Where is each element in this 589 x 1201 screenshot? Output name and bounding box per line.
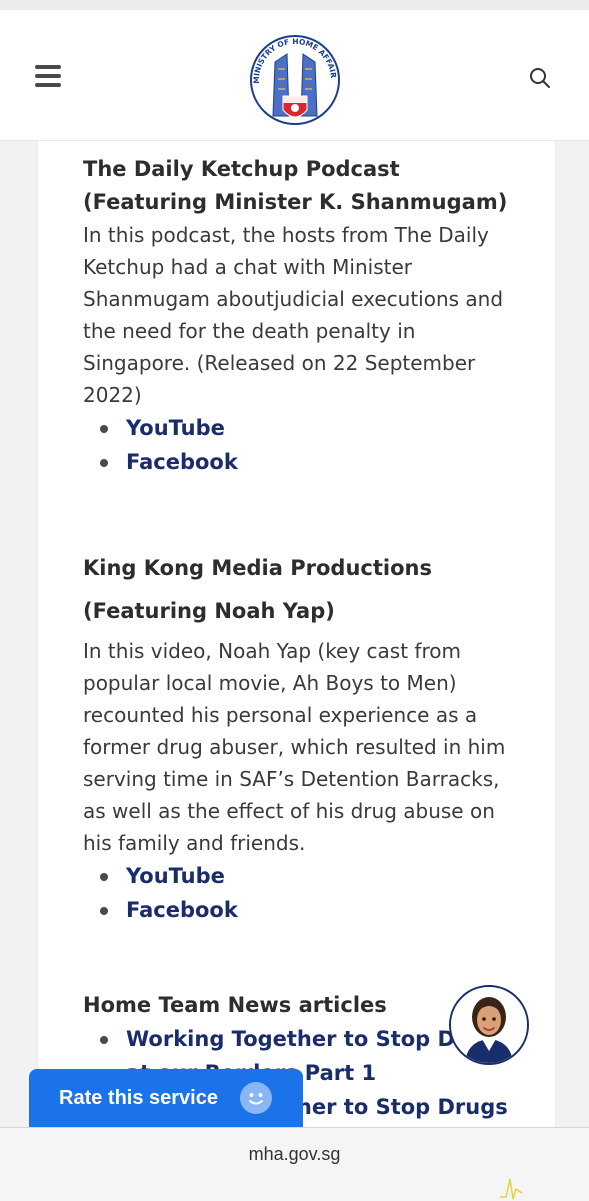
list-item: YouTube: [83, 411, 523, 445]
rate-service-button[interactable]: Rate this service: [29, 1069, 303, 1127]
video-section: King Kong Media Productions (Featuring N…: [83, 547, 523, 927]
facebook-link[interactable]: Facebook: [126, 450, 238, 474]
mha-logo[interactable]: MINISTRY OF HOME AFFAIRS: [245, 24, 345, 134]
main-content: The Daily Ketchup Podcast (Featuring Min…: [37, 141, 556, 1153]
list-item: Facebook: [83, 445, 523, 479]
podcast-section: The Daily Ketchup Podcast (Featuring Min…: [83, 153, 523, 479]
section-description: In this video, Noah Yap (key cast from p…: [83, 639, 506, 855]
browser-url-bar[interactable]: mha.gov.sg: [0, 1127, 589, 1201]
rate-service-label: Rate this service: [59, 1087, 218, 1109]
list-item: Facebook: [83, 893, 523, 927]
smiley-icon: [240, 1082, 272, 1114]
hamburger-menu-icon[interactable]: [35, 65, 61, 87]
link-list: YouTube Facebook: [83, 859, 523, 927]
site-header: MINISTRY OF HOME AFFAIRS: [0, 10, 589, 141]
section-title: The Daily Ketchup Podcast (Featuring Min…: [83, 157, 508, 214]
link-list: YouTube Facebook: [83, 411, 523, 479]
assistant-avatar-icon[interactable]: [449, 985, 529, 1065]
activity-squiggle-icon: [500, 1178, 523, 1200]
youtube-link[interactable]: YouTube: [126, 864, 225, 888]
search-icon[interactable]: [528, 66, 552, 90]
youtube-link[interactable]: YouTube: [126, 416, 225, 440]
list-item: YouTube: [83, 859, 523, 893]
facebook-link[interactable]: Facebook: [126, 898, 238, 922]
section-description: In this podcast, the hosts from The Dail…: [83, 223, 504, 407]
section-title: King Kong Media Productions (Featuring N…: [83, 556, 432, 623]
